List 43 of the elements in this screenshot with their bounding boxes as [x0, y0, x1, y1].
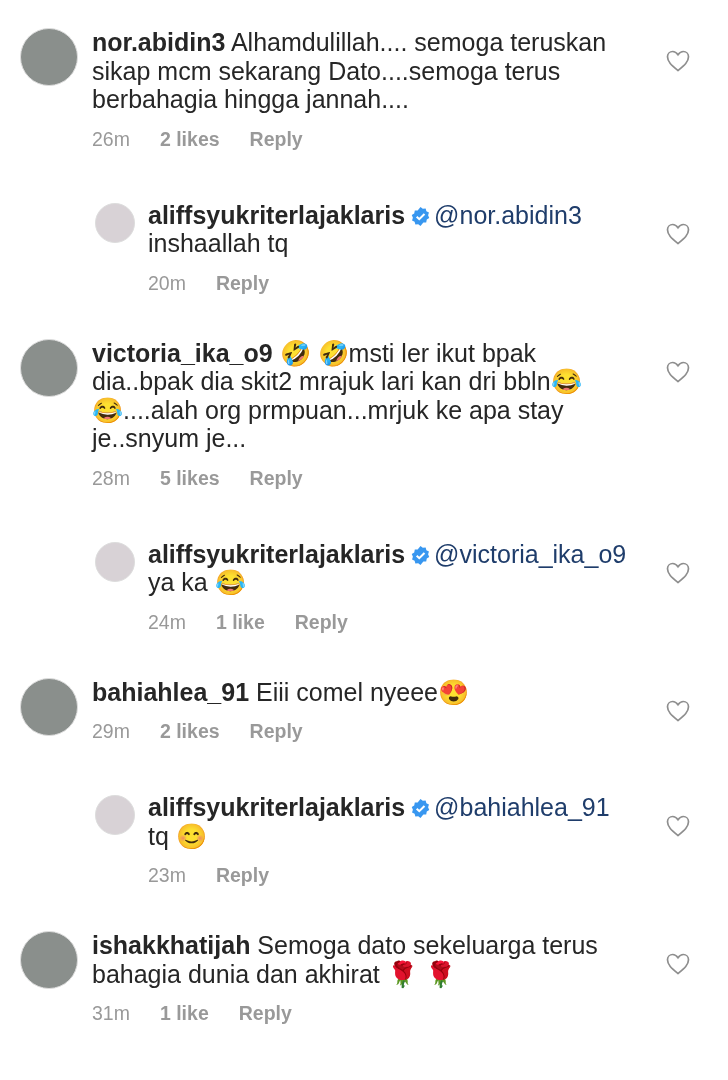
comment-text: aliffsyukriterlajaklaris @bahiahlea_91 tq 😊: [148, 793, 611, 850]
comment-time: 24m: [148, 610, 186, 634]
comment-time: 28m: [92, 466, 130, 490]
reply-link[interactable]: Reply: [215, 271, 270, 295]
reply-link[interactable]: Reply: [238, 1002, 292, 1025]
heart-icon[interactable]: [666, 360, 690, 383]
comment-text: ishakkhatijah Semoga dato sekeluarga terus bahagia dunia dan akhirat 🌹 🌹: [92, 931, 599, 988]
comment-time: 23m: [148, 864, 186, 887]
likes-count[interactable]: 2 likes: [159, 720, 220, 743]
mention-link[interactable]: @bahiahlea_91: [434, 793, 610, 821]
username-link[interactable]: bahiahlea_91: [92, 677, 250, 706]
heart-icon[interactable]: [666, 561, 690, 584]
mention-link[interactable]: @nor.abidin3: [434, 200, 582, 229]
likes-count[interactable]: 1 like: [215, 610, 265, 634]
heart-icon[interactable]: [666, 699, 690, 722]
reply-link[interactable]: Reply: [249, 720, 303, 743]
comment-text: victoria_ika_o9 🤣 🤣msti ler ikut bpak dia..bpak dia skit2 mrajuk lari kan dri bbln😂 😂....alah org prmpuan...mrjuk ke apa stay je..snyum je...: [92, 338, 583, 453]
reply-link[interactable]: Reply: [294, 610, 348, 634]
likes-count[interactable]: 1 like: [159, 1002, 209, 1025]
reply-link[interactable]: Reply: [215, 864, 270, 887]
comment-text: aliffsyukriterlajaklaris @victoria_ika_o9 ya ka 😂: [148, 539, 628, 597]
mention-link[interactable]: @victoria_ika_o9: [434, 539, 627, 568]
heart-icon[interactable]: [666, 953, 690, 975]
reply-link[interactable]: Reply: [249, 127, 303, 151]
reply-link[interactable]: Reply: [249, 466, 303, 490]
comment-text: bahiahlea_91 Eiii comel nyeee😍: [92, 677, 470, 706]
username-link[interactable]: ishakkhatijah: [92, 931, 251, 959]
username-link[interactable]: aliffsyukriterlajaklaris: [148, 539, 406, 568]
comment-text: aliffsyukriterlajaklaris @nor.abidin3 inshaallah tq: [148, 200, 583, 258]
comment-time: 20m: [148, 271, 186, 295]
comment-time: 26m: [92, 127, 130, 151]
username-link[interactable]: nor.abidin3: [92, 28, 226, 56]
username-link[interactable]: aliffsyukriterlajaklaris: [148, 793, 406, 821]
comment-time: 29m: [92, 720, 130, 743]
heart-icon[interactable]: [666, 815, 690, 837]
comment-text: nor.abidin3 Alhamdulillah.... semoga teruskan sikap mcm sekarang Dato....semoga terus berbahagia hingga jannah....: [92, 28, 608, 114]
heart-icon[interactable]: [666, 222, 690, 245]
heart-icon[interactable]: [666, 50, 690, 72]
likes-count[interactable]: 2 likes: [159, 127, 220, 151]
comment-time: 31m: [92, 1002, 130, 1025]
username-link[interactable]: victoria_ika_o9: [92, 338, 273, 367]
likes-count[interactable]: 5 likes: [159, 466, 220, 490]
username-link[interactable]: aliffsyukriterlajaklaris: [148, 200, 406, 229]
